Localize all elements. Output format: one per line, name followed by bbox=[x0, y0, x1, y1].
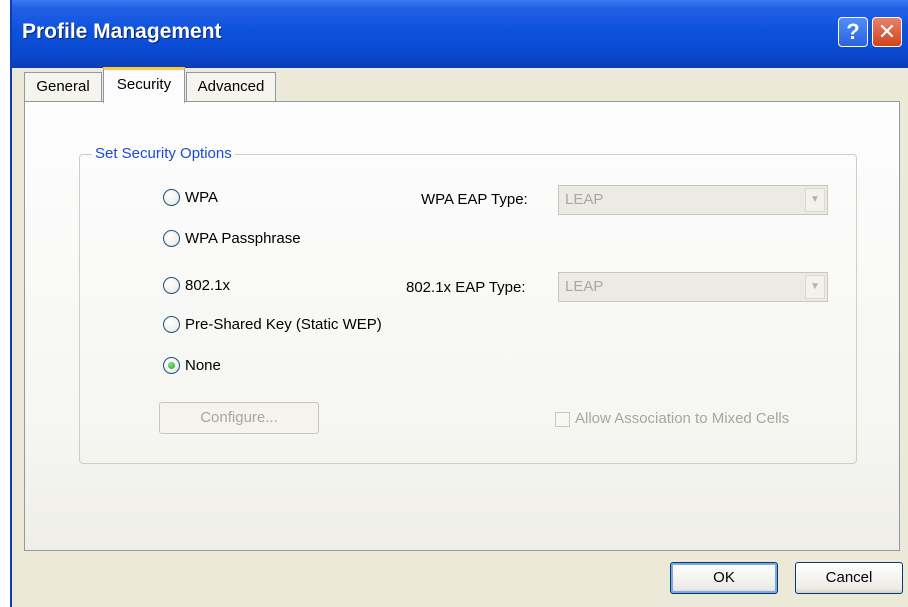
radio-label: 802.1x bbox=[185, 277, 231, 294]
close-icon[interactable]: ✕ bbox=[872, 17, 902, 47]
dot1x-eap-type-select[interactable]: LEAP ▼ bbox=[558, 272, 828, 302]
tab-general[interactable]: General bbox=[24, 72, 102, 102]
security-options-group: Set Security Options WPA WPA Passphrase … bbox=[79, 145, 857, 464]
radio-label: WPA Passphrase bbox=[185, 230, 301, 247]
configure-button[interactable]: Configure... bbox=[159, 402, 319, 434]
mixed-cells-label: Allow Association to Mixed Cells bbox=[575, 410, 790, 427]
dot1x-eap-type-label: 802.1x EAP Type: bbox=[406, 279, 526, 296]
tab-advanced[interactable]: Advanced bbox=[186, 72, 276, 102]
profile-management-dialog: Profile Management ? ✕ General Security … bbox=[10, 0, 908, 607]
radio-label: Pre-Shared Key (Static WEP) bbox=[185, 316, 382, 333]
chevron-down-icon[interactable]: ▼ bbox=[805, 188, 825, 212]
title-bar[interactable]: Profile Management ? ✕ bbox=[12, 0, 908, 68]
radio-button[interactable] bbox=[163, 189, 180, 206]
help-icon[interactable]: ? bbox=[838, 17, 868, 47]
group-label: Set Security Options bbox=[92, 145, 235, 162]
radio-button[interactable] bbox=[163, 230, 180, 247]
mixed-cells-checkbox[interactable] bbox=[555, 412, 570, 427]
radio-button[interactable] bbox=[163, 277, 180, 294]
radio-button-selected[interactable] bbox=[163, 357, 180, 374]
combo-value: LEAP bbox=[565, 278, 604, 295]
window-title: Profile Management bbox=[22, 20, 222, 43]
wpa-eap-type-label: WPA EAP Type: bbox=[421, 191, 528, 208]
combo-value: LEAP bbox=[565, 191, 604, 208]
radio-button[interactable] bbox=[163, 316, 180, 333]
ok-button[interactable]: OK bbox=[670, 562, 778, 594]
chevron-down-icon[interactable]: ▼ bbox=[805, 275, 825, 299]
radio-label: None bbox=[185, 357, 221, 374]
radio-label: WPA bbox=[185, 189, 219, 206]
cancel-button[interactable]: Cancel bbox=[795, 562, 903, 594]
tab-security[interactable]: Security bbox=[103, 67, 185, 103]
wpa-eap-type-select[interactable]: LEAP ▼ bbox=[558, 185, 828, 215]
security-tab-panel: Set Security Options WPA WPA Passphrase … bbox=[24, 101, 900, 551]
